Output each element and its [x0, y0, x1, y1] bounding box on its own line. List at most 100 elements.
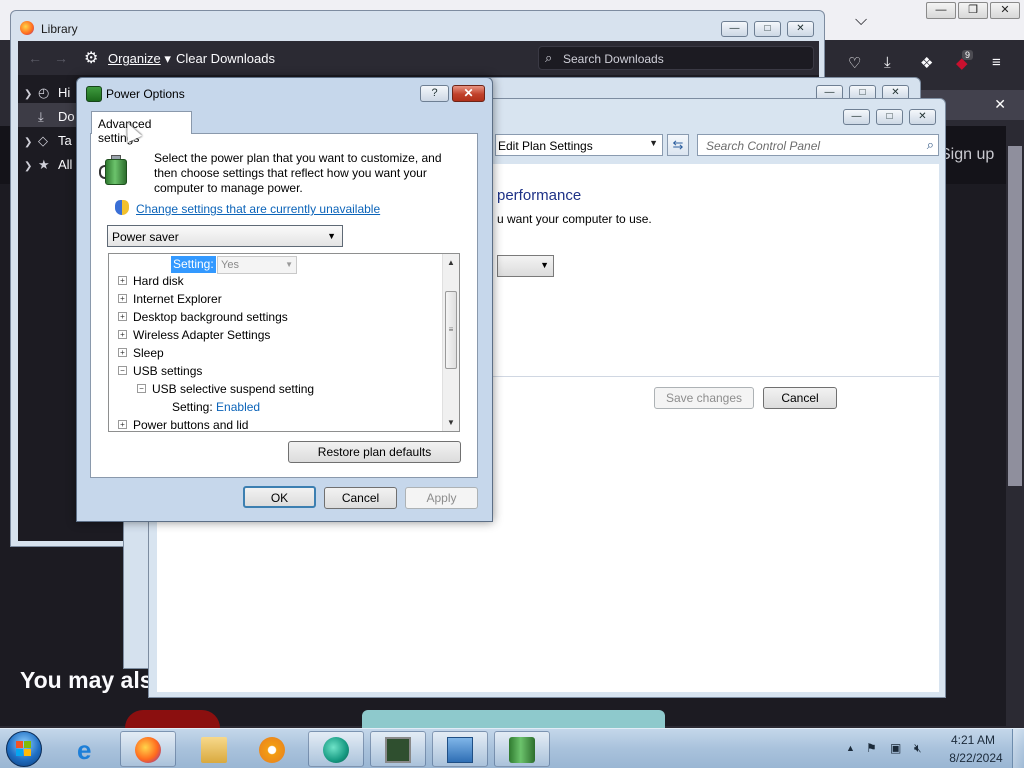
sidebar-item-history[interactable]: ❯ ◴ Hi [24, 85, 70, 101]
edit-plan-close-button[interactable]: ✕ [909, 109, 936, 125]
page-scrollbar[interactable] [1006, 126, 1024, 726]
search-control-panel-field[interactable]: Search Control Panel ⌕ [697, 134, 939, 156]
close-button[interactable]: ✕ [452, 85, 485, 102]
expand-arrow-icon[interactable]: ❯ [24, 89, 38, 100]
sign-up-link[interactable]: Sign up [940, 146, 994, 164]
extensions-icon[interactable]: ❖ [920, 54, 933, 72]
expand-plus-icon[interactable]: + [118, 312, 127, 322]
tree-item-power-buttons[interactable]: + Power buttons and lid [118, 418, 248, 431]
organize-menu[interactable]: Organize ▾ [108, 51, 171, 67]
tree-item-wireless-adapter[interactable]: + Wireless Adapter Settings [118, 328, 270, 346]
menu-icon[interactable]: ≡ [992, 54, 1001, 71]
apply-button[interactable]: Apply [405, 487, 478, 509]
show-desktop-button[interactable] [1012, 729, 1024, 768]
tree-item-label: Wireless Adapter Settings [133, 328, 271, 342]
edit-plan-minimize-button[interactable]: — [843, 109, 870, 125]
clock-date[interactable]: 8/22/2024 [945, 751, 1007, 765]
setting-label-selected[interactable]: Setting: [171, 256, 216, 273]
usb-setting-value[interactable]: Enabled [216, 400, 260, 414]
library-titlebar[interactable]: Library — □ ✕ [11, 11, 824, 41]
clear-downloads-button[interactable]: Clear Downloads [176, 51, 275, 66]
firefox-close-button[interactable]: ✕ [990, 2, 1020, 19]
firefox-restore-button[interactable]: ❐ [958, 2, 988, 19]
help-button[interactable]: ? [420, 85, 449, 102]
tree-item-hard-disk[interactable]: + Hard disk [118, 274, 184, 292]
collapse-minus-icon[interactable]: − [118, 366, 127, 376]
taskbar-explorer[interactable] [186, 731, 242, 767]
expand-plus-icon[interactable]: + [118, 348, 127, 358]
tree-item-sleep[interactable]: + Sleep [118, 346, 164, 364]
plan-subtext: u want your computer to use. [497, 212, 652, 226]
restore-plan-defaults-button[interactable]: Restore plan defaults [288, 441, 461, 463]
sidebar-item-downloads[interactable]: ⤓ Do [24, 109, 75, 125]
tree-item-usb-setting[interactable]: Setting: Enabled [172, 400, 260, 418]
recommendation-card[interactable] [362, 710, 665, 728]
taskbar-media-player[interactable] [244, 731, 300, 767]
sidebar-item-tags[interactable]: ❯ ◇ Ta [24, 133, 72, 149]
tree-scrollbar-thumb[interactable]: ≡ [445, 291, 457, 369]
tree-item-label: Sleep [133, 346, 164, 360]
clock-time[interactable]: 4:21 AM [945, 733, 1001, 747]
cancel-button[interactable]: Cancel [763, 387, 837, 409]
search-downloads-field[interactable]: ⌕ Search Downloads [538, 46, 814, 70]
taskbar-task-manager[interactable] [370, 731, 426, 767]
action-center-flag-icon[interactable]: ⚑ [866, 741, 877, 755]
taskbar-control-panel[interactable] [432, 731, 488, 767]
expand-arrow-icon[interactable]: ❯ [24, 137, 38, 148]
taskbar-firefox[interactable] [120, 731, 176, 767]
expand-arrow-icon[interactable]: ❯ [24, 161, 38, 172]
address-bar[interactable]: Edit Plan Settings ▼ [495, 134, 663, 156]
refresh-icon: ⇆ [672, 137, 684, 152]
tree-scrollbar[interactable]: ▲ ≡ ▼ [442, 254, 459, 431]
settings-tree[interactable]: Setting: Yes ▼ + Hard disk + Internet Expl… [108, 253, 460, 432]
tree-item-usb-selective-suspend[interactable]: − USB selective suspend setting [137, 382, 314, 400]
ok-button[interactable]: OK [243, 486, 316, 508]
scroll-down-icon[interactable]: ▼ [443, 414, 459, 431]
back-icon[interactable]: ← [28, 50, 42, 66]
page-scrollbar-thumb[interactable] [1008, 146, 1022, 486]
tree-item-label: USB settings [133, 364, 203, 378]
collapse-minus-icon[interactable]: − [137, 384, 146, 394]
volume-muted-icon[interactable]: 🔇︎ [914, 741, 922, 756]
recommendation-card[interactable] [125, 710, 220, 728]
setting-value-dropdown[interactable]: Yes ▼ [217, 256, 297, 274]
firefox-minimize-button[interactable]: — [926, 2, 956, 19]
pocket-icon[interactable]: ♡ [848, 54, 861, 72]
list-tabs-icon[interactable]: ⌵ [855, 12, 867, 30]
taskbar-internet-explorer[interactable]: e [62, 731, 118, 767]
expand-plus-icon[interactable]: + [118, 276, 127, 286]
scroll-up-icon[interactable]: ▲ [443, 254, 459, 271]
tree-item-internet-explorer[interactable]: + Internet Explorer [118, 292, 222, 310]
network-icon[interactable]: ▣ [890, 741, 901, 755]
edit-plan-maximize-button[interactable]: □ [876, 109, 903, 125]
tree-item-desktop-background[interactable]: + Desktop background settings [118, 310, 288, 328]
chevron-down-icon[interactable]: ▼ [649, 138, 658, 148]
downloads-icon[interactable]: ⤓ [884, 54, 891, 71]
forward-icon[interactable]: → [54, 50, 68, 66]
notification-close-icon[interactable]: ✕ [994, 96, 1006, 113]
tree-item-usb-settings[interactable]: − USB settings [118, 364, 202, 382]
taskbar-app-teal[interactable] [308, 731, 364, 767]
start-button[interactable] [6, 731, 42, 767]
change-settings-link[interactable]: Change settings that are currently unava… [136, 202, 380, 216]
library-maximize-button[interactable]: □ [754, 21, 781, 37]
dialog-title: Power Options [106, 87, 185, 101]
breadcrumb[interactable]: Edit Plan Settings [498, 139, 593, 153]
library-minimize-button[interactable]: — [721, 21, 748, 37]
cancel-button[interactable]: Cancel [324, 487, 397, 509]
show-hidden-icons-icon[interactable]: ▲ [846, 743, 855, 753]
tab-advanced-settings[interactable]: Advanced settings [91, 111, 192, 145]
firefox-icon [135, 737, 161, 763]
power-plan-value: Power saver [112, 230, 179, 244]
taskbar-power-options[interactable] [494, 731, 550, 767]
expand-plus-icon[interactable]: + [118, 294, 127, 304]
expand-plus-icon[interactable]: + [118, 420, 127, 430]
library-close-button[interactable]: ✕ [787, 21, 814, 37]
refresh-button[interactable]: ⇆ [667, 134, 689, 156]
expand-plus-icon[interactable]: + [118, 330, 127, 340]
power-plan-dropdown[interactable]: Power saver ▼ [107, 225, 343, 247]
app-icon [323, 737, 349, 763]
sidebar-item-all-bookmarks[interactable]: ❯ ★ All [24, 157, 72, 173]
save-changes-button[interactable]: Save changes [654, 387, 754, 409]
plan-setting-dropdown[interactable]: ▼ [497, 255, 554, 277]
